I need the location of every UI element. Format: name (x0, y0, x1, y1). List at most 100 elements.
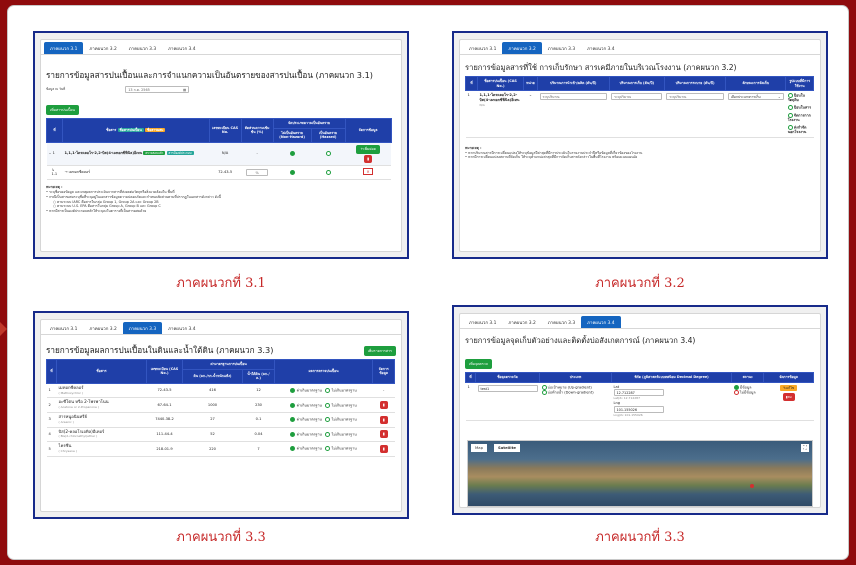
tab-3-4[interactable]: ภาคผนวก 3.4 (581, 42, 620, 54)
tab-3-3[interactable]: ภาคผนวก 3.3 (123, 42, 162, 54)
delete-button[interactable]: ▮ (364, 154, 373, 163)
row-cas: N/A (209, 142, 242, 166)
add-item-button[interactable]: เพิ่มรายการสาร (363, 346, 396, 356)
edit-button[interactable]: ✎แก้ไข (780, 384, 798, 392)
tab-bar: ภาคผนวก 3.1 ภาคผนวก 3.2 ภาคผนวก 3.3 ภาคผ… (460, 316, 820, 329)
radio-exceed[interactable] (290, 431, 296, 437)
delete-button[interactable]: ▮ (379, 401, 388, 410)
radio-has-data[interactable] (733, 384, 739, 390)
date-label: ข้อมูล ณ วันที่ (46, 87, 66, 92)
col-manage: จัดการข้อมูล (763, 372, 815, 383)
table-row: 2 อะซีโตน หรือ 2-โพรพาโนน( Acetone or 2-… (46, 397, 395, 413)
point-name-input[interactable]: test1 (477, 384, 538, 392)
panel-appendix-3-4: ภาคผนวก 3.1 ภาคผนวก 3.2 ภาคผนวก 3.3 ภาคผ… (452, 305, 828, 515)
tab-3-4[interactable]: ภาคผนวก 3.4 (162, 42, 201, 54)
radio-non-hazard[interactable] (289, 151, 295, 157)
tab-3-4[interactable]: ภาคผนวก 3.4 (581, 316, 621, 328)
col-name: ชื่อสาร ชื่อสารปนเปื้อน ชื่อสารผสม (62, 118, 210, 143)
radio-hazard[interactable] (325, 151, 331, 157)
radio-down-gradient[interactable] (541, 389, 547, 395)
contamination-table: ที่ ชื่อสาร เลขทะเบียน (CAS No.) ค่ามาตร… (46, 359, 396, 457)
radio-option[interactable] (787, 105, 793, 111)
tab-3-2[interactable]: ภาคผนวก 3.2 (83, 322, 122, 334)
qty-store-input[interactable]: ระบุปริมาณ (611, 93, 663, 101)
lat-input[interactable]: 12.712287 (613, 389, 664, 397)
delete-button[interactable]: ▮ (379, 430, 388, 439)
caption-3-2: ภาคผนวกที่ 3.2 (595, 276, 685, 291)
tab-3-3[interactable]: ภาคผนวก 3.3 (122, 322, 163, 334)
col-standard: ค่ามาตรฐานการปนเปื้อน (182, 359, 275, 370)
radio-exceed[interactable] (290, 417, 296, 423)
lng-input[interactable]: 101.155026 (613, 405, 664, 413)
tab-3-4[interactable]: ภาคผนวก 3.4 (162, 322, 201, 334)
col-manage: จัดการข้อมูล (372, 359, 396, 384)
map-view[interactable]: Map Satellite ⛶ (467, 440, 813, 507)
radio-no-data[interactable] (733, 389, 739, 395)
tab-3-3[interactable]: ภาคผนวก 3.3 (542, 316, 581, 328)
tab-3-3[interactable]: ภาคผนวก 3.3 (542, 42, 581, 54)
storage-select[interactable]: เลือกประเภทการเก็บ ⌄ (727, 93, 784, 101)
sampling-table: ที่ ชื่อจุดตรวจวัด ประเภท พิกัด (ภูมิศาส… (465, 372, 815, 421)
row-name: สารหนูอนินทรีย์( Arsenic ) (56, 412, 147, 428)
radio-exceed[interactable] (290, 446, 296, 452)
tab-3-2[interactable]: ภาคผนวก 3.2 (502, 42, 542, 54)
arrow-pointer-icon (0, 322, 7, 336)
radio-option[interactable] (787, 124, 793, 130)
map-type-satellite[interactable]: Satellite (494, 444, 520, 452)
table-row: 5 ไครซีน( Chrysene ) 218-01-9 220 7 ค่าเ… (46, 441, 395, 457)
radio-exceed[interactable] (290, 387, 296, 393)
tab-3-1[interactable]: ภาคผนวก 3.1 (44, 42, 84, 54)
radio-up-gradient[interactable] (541, 384, 547, 390)
chevron-down-icon[interactable]: ⌄ (49, 151, 52, 155)
qty-use-input[interactable]: ระบุปริมาณ (539, 93, 608, 101)
tab-3-2[interactable]: ภาคผนวก 3.2 (502, 316, 541, 328)
note-line: • หากมีการเปลี่ยนแปลงสถานที่จัดเก็บ ให้ร… (465, 155, 638, 160)
col-unit: หน่วย (523, 75, 538, 92)
col-qty-use: ปริมาณการนำเข้า/ผลิต (ตัน/ปี) (537, 75, 610, 92)
radio-not-exceed[interactable] (325, 446, 331, 452)
page-title: รายการข้อมูลผลการปนเปื้อนในดินและน้ำใต้ด… (46, 345, 274, 355)
radio-non-hazard[interactable] (289, 169, 295, 175)
radio-not-exceed[interactable] (325, 417, 331, 423)
radio-not-exceed[interactable] (325, 387, 331, 393)
radio-exceed[interactable] (290, 402, 296, 408)
close-icon[interactable]: × (363, 167, 373, 175)
qty-release-input[interactable]: ระบุปริมาณ (666, 93, 724, 101)
chevron-down-icon[interactable]: ⌄ (529, 93, 532, 97)
col-name: ชื่อสารปนเปื้อน (CAS No.) (477, 75, 524, 92)
tab-3-1[interactable]: ภาคผนวก 3.1 (44, 322, 83, 334)
add-contaminant-button[interactable]: เพิ่มสารปนเปื้อน (46, 105, 79, 115)
radio-option[interactable] (787, 112, 793, 118)
fullscreen-icon[interactable]: ⛶ (801, 444, 809, 452)
panel-appendix-3-2: ภาคผนวก 3.1 ภาคผนวก 3.2 ภาคผนวก 3.3 ภาคผ… (452, 31, 828, 259)
row-name: 1,1,1-ไตรคลอโร-2,2-บิส(4-เมทอกซีฟีนิล)อี… (477, 90, 524, 138)
arrow-right-icon: → (64, 169, 68, 174)
date-input[interactable]: 13 ก.ค. 2565 ▦ (125, 86, 190, 93)
trash-icon: ▮ (382, 431, 385, 437)
page-title: รายการข้อมูลสารที่ใช้ การเก็บรักษา สารเค… (465, 63, 737, 72)
delete-button[interactable]: ▮ (379, 415, 388, 424)
radio-not-exceed[interactable] (325, 431, 331, 437)
radio-hazard[interactable] (325, 169, 331, 175)
tab-3-1[interactable]: ภาคผนวก 3.1 (463, 316, 502, 328)
page-title: รายการข้อมูลสารปนเปื้อนและการจำแนกความเป… (46, 70, 373, 80)
col-manage: จัดการข้อมูล (344, 118, 392, 143)
radio-not-exceed[interactable] (325, 402, 331, 408)
add-sub-button[interactable]: +เพิ่มย่อย (356, 144, 380, 154)
row-percent: - (241, 142, 274, 166)
delete-button[interactable]: ▮ลบ (782, 393, 795, 402)
col-num: ที่ (465, 372, 476, 383)
add-point-button[interactable]: เพิ่มจุดตรวจ (465, 359, 492, 369)
delete-button[interactable]: ▮ (379, 444, 388, 453)
percent-input[interactable]: % (246, 168, 269, 176)
page-title: รายการข้อมูลจุดเก็บตัวอย่างและติดตั้งบ่อ… (465, 336, 696, 345)
tab-3-1[interactable]: ภาคผนวก 3.1 (463, 42, 502, 54)
trash-icon: ▮ (367, 155, 370, 161)
badge-contaminant: ชื่อสารปนเปื้อน (117, 128, 144, 133)
screen-3-2: ภาคผนวก 3.1 ภาคผนวก 3.2 ภาคผนวก 3.3 ภาคผ… (459, 39, 821, 252)
screen-3-3: ภาคผนวก 3.1 ภาคผนวก 3.2 ภาคผนวก 3.3 ภาคผ… (40, 319, 402, 512)
tab-bar: ภาคผนวก 3.1 ภาคผนวก 3.2 ภาคผนวก 3.3 ภาคผ… (460, 42, 820, 55)
col-hazard-group: จัดประเภทความเป็นอันตราย (272, 118, 346, 129)
tab-3-2[interactable]: ภาคผนวก 3.2 (83, 42, 122, 54)
map-type-map[interactable]: Map (471, 444, 488, 452)
